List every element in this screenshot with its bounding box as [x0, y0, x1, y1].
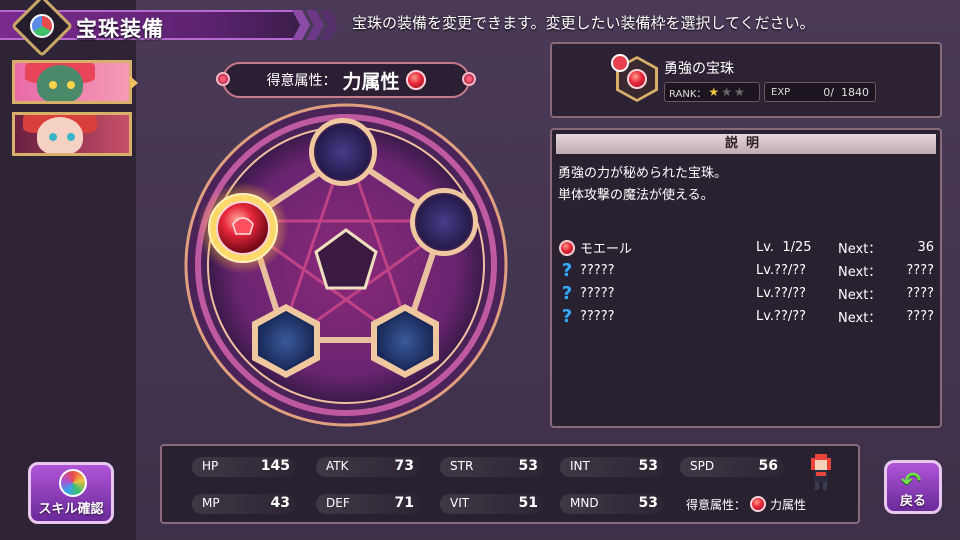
skill-next-label: Next：: [838, 311, 882, 326]
rank-box: RANK： ★ ★ ★: [664, 82, 760, 102]
jewel-slot-right[interactable]: [410, 188, 478, 256]
skill-name: ?????: [580, 263, 615, 278]
jewel-slot-left-selected[interactable]: [197, 182, 289, 274]
stat-affinity-value: 力属性: [770, 497, 807, 512]
stat-int: INT 53: [560, 457, 664, 477]
exp-value: 0/ 1840: [823, 85, 869, 99]
skill-level: Lv.??/??: [756, 263, 807, 278]
question-icon: ?: [561, 306, 573, 327]
red-orb-icon: [559, 239, 575, 256]
affinity-banner: 得意属性： 力属性: [222, 62, 470, 98]
star-filled-icon: ★: [708, 85, 720, 99]
character-face: [37, 117, 83, 153]
banner-end-left-icon: [216, 72, 230, 86]
skill-next-label: Next：: [838, 288, 882, 303]
jewel-name: 勇強の宝珠: [664, 61, 734, 77]
question-icon: ?: [561, 260, 573, 281]
banner-end-right-icon: [462, 72, 476, 86]
exp-label: EXP: [771, 86, 791, 98]
skill-row: ? ????? Lv.??/?? Next： ????: [558, 305, 938, 328]
skill-name: モエール: [580, 242, 633, 257]
skill-next-label: Next：: [838, 265, 882, 280]
affinity-label: 得意属性：: [266, 73, 337, 89]
star-empty-icon: ★: [733, 85, 745, 99]
skill-name: ?????: [580, 286, 615, 301]
description-line-1: 勇強の力が秘められた宝珠。: [558, 166, 728, 181]
skill-name: ?????: [580, 309, 615, 324]
skill-row: ? ????? Lv.??/?? Next： ????: [558, 282, 938, 305]
stat-atk: ATK 73: [316, 457, 420, 477]
jewel-info-panel: [550, 42, 942, 118]
skill-next-value: ????: [906, 286, 934, 301]
skill-check-button[interactable]: スキル確認: [28, 462, 114, 524]
character-portrait-2[interactable]: [12, 112, 132, 156]
red-power-orb-icon: [405, 70, 426, 90]
page-title: 宝珠装備: [76, 17, 164, 41]
stat-hp: HP 145: [192, 457, 296, 477]
description-header: 説明: [556, 134, 936, 154]
jewel-board: [184, 103, 508, 427]
skill-emblem-icon: [59, 469, 87, 497]
stat-vit: VIT 51: [440, 494, 544, 514]
skill-next-value: ????: [906, 309, 934, 324]
red-orb-icon: [627, 69, 647, 89]
exp-box: EXP 0/ 1840: [764, 82, 876, 102]
skill-check-label: スキル確認: [38, 502, 104, 517]
header-chevrons: [292, 10, 338, 40]
skill-row: モエール Lv. 1/25 Next： 36: [558, 236, 938, 259]
skill-level: Lv.??/??: [756, 309, 807, 324]
stat-def: DEF 71: [316, 494, 420, 514]
selected-arrow-icon: [130, 76, 138, 90]
stat-affinity: 得意属性： 力属性: [686, 494, 836, 514]
stat-mp: MP 43: [192, 494, 296, 514]
skill-list: モエール Lv. 1/25 Next： 36 ? ????? Lv.??/?? …: [558, 236, 938, 328]
skill-next-label: Next：: [838, 242, 882, 257]
red-orb-icon: [750, 496, 767, 512]
character-sprite: [811, 454, 831, 490]
back-button[interactable]: ↶ 戻る: [884, 460, 942, 514]
jewel-slot-top[interactable]: [309, 118, 377, 186]
star-empty-icon: ★: [721, 85, 732, 99]
stat-str: STR 53: [440, 457, 544, 477]
skill-next-value: ????: [906, 263, 934, 278]
character-face: [37, 65, 83, 101]
jewel-type-badge-icon: [611, 54, 629, 72]
back-label: 戻る: [899, 494, 926, 509]
skill-row: ? ????? Lv.??/?? Next： ????: [558, 259, 938, 282]
character-portrait-1[interactable]: [12, 60, 132, 104]
instruction-text: 宝珠の装備を変更できます。変更したい装備枠を選択してください。: [352, 14, 815, 32]
rank-label: RANK：: [669, 88, 707, 100]
question-icon: ?: [561, 283, 573, 304]
tri-color-orb-icon: [30, 14, 54, 38]
header: 宝珠装備 宝珠の装備を変更できます。変更したい装備枠を選択してください。: [0, 0, 960, 58]
skill-next-value: 36: [917, 240, 934, 255]
stat-affinity-label: 得意属性：: [686, 497, 747, 512]
skill-level: Lv.??/??: [756, 286, 807, 301]
description-line-2: 単体攻撃の魔法が使える。: [558, 188, 714, 203]
stat-spd: SPD 56: [680, 457, 784, 477]
affinity-value: 力属性: [342, 70, 400, 93]
skill-level: Lv. 1/25: [756, 240, 812, 255]
stat-mnd: MND 53: [560, 494, 664, 514]
